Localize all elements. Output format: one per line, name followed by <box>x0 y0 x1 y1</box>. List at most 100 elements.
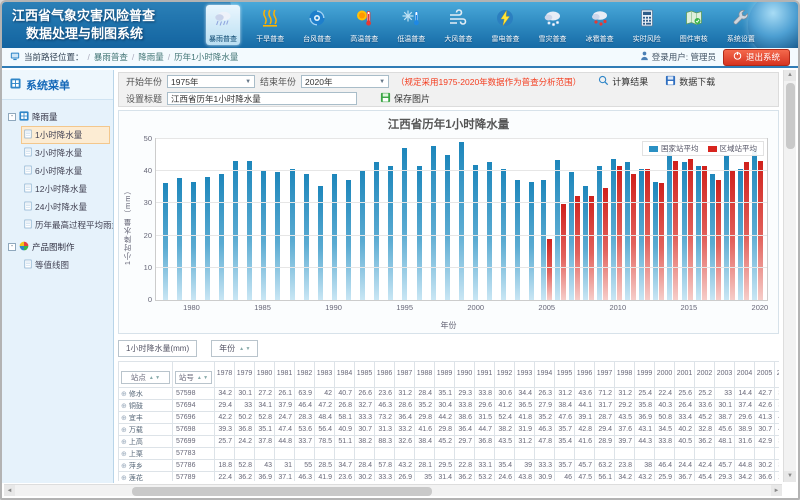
chart-title-input[interactable] <box>167 92 357 105</box>
col-header-year[interactable]: 1988 <box>415 362 435 388</box>
station-cell[interactable]: ⊕莲花 <box>119 472 173 482</box>
expand-icon[interactable]: ⊕ <box>121 427 127 434</box>
tree-item[interactable]: 等值线图 <box>21 256 110 274</box>
col-header-year[interactable]: 1978 <box>215 362 235 388</box>
start-year-select[interactable]: 1975年▼ <box>167 75 255 88</box>
legend-item[interactable]: 国家站平均 <box>649 143 699 154</box>
expand-icon[interactable]: ⊕ <box>121 451 127 458</box>
collapse-icon[interactable]: - <box>8 113 16 121</box>
col-header-year[interactable]: 1985 <box>355 362 375 388</box>
collapse-icon[interactable]: - <box>8 243 16 251</box>
logout-button[interactable]: 退出系统 <box>723 49 790 66</box>
nav-item-map-review[interactable]: 图件审核 <box>677 5 711 45</box>
col-header-year[interactable]: 1984 <box>335 362 355 388</box>
col-header-year[interactable]: 2004 <box>735 362 755 388</box>
col-header-year[interactable]: 1981 <box>275 362 295 388</box>
station-cell[interactable]: ⊕上栗 <box>119 448 173 460</box>
nav-item-rainstorm[interactable]: 暴雨普查 <box>206 5 240 45</box>
col-header-year[interactable]: 1982 <box>295 362 315 388</box>
breadcrumb-item[interactable]: 历年1小时降水量 <box>174 52 238 62</box>
horizontal-scrollbar[interactable]: ◄ ► <box>4 484 782 496</box>
station-cell[interactable]: ⊕铜鼓 <box>119 400 173 412</box>
value-cell: 45.2 <box>695 412 715 424</box>
col-header-year[interactable]: 1991 <box>475 362 495 388</box>
expand-icon[interactable]: ⊕ <box>121 391 127 398</box>
download-button[interactable]: 数据下载 <box>665 75 715 88</box>
nav-item-high-temp[interactable]: 高温普查 <box>347 5 381 45</box>
end-year-select[interactable]: 2020年▼ <box>301 75 389 88</box>
col-header-station-id[interactable]: 站号▲ ▼ <box>173 362 215 388</box>
nav-item-settings[interactable]: 系统设置 <box>724 5 758 45</box>
value-cell: 24.6 <box>495 472 515 482</box>
nav-item-snow[interactable]: 雪灾普查 <box>536 5 570 45</box>
station-id-cell: 57786 <box>173 460 215 472</box>
col-header-year[interactable]: 1989 <box>435 362 455 388</box>
col-header-year[interactable]: 2006 <box>775 362 780 388</box>
col-header-year[interactable]: 2005 <box>755 362 775 388</box>
col-header-year[interactable]: 1979 <box>235 362 255 388</box>
vertical-scroll-thumb[interactable] <box>786 83 795 149</box>
station-cell[interactable]: ⊕修水 <box>119 388 173 400</box>
tree-item[interactable]: 24小时降水量 <box>21 198 110 216</box>
station-cell[interactable]: ⊕宜丰 <box>119 412 173 424</box>
legend-item[interactable]: 区域站平均 <box>708 143 758 154</box>
value-cell: 44.3 <box>635 436 655 448</box>
col-header-year[interactable]: 1986 <box>375 362 395 388</box>
col-header-year[interactable]: 2001 <box>675 362 695 388</box>
vertical-scrollbar[interactable]: ▲ ▼ <box>783 70 796 482</box>
nav-item-wind[interactable]: 大风普查 <box>441 5 475 45</box>
expand-icon[interactable]: ⊕ <box>121 439 127 446</box>
expand-icon[interactable]: ⊕ <box>121 403 127 410</box>
nav-item-low-temp[interactable]: 低温普查 <box>394 5 428 45</box>
col-header-year[interactable]: 1997 <box>595 362 615 388</box>
col-header-year[interactable]: 1993 <box>515 362 535 388</box>
breadcrumb-item[interactable]: 降雨量 <box>138 52 164 62</box>
nav-item-hail[interactable]: 冰雹普查 <box>583 5 617 45</box>
station-cell[interactable]: ⊕上高 <box>119 436 173 448</box>
expand-icon[interactable]: ⊕ <box>121 415 127 422</box>
col-header-year[interactable]: 1990 <box>455 362 475 388</box>
value-cell: 33.2 <box>395 424 415 436</box>
scroll-left-arrow[interactable]: ◄ <box>4 485 15 496</box>
col-header-year[interactable]: 1987 <box>395 362 415 388</box>
expand-icon[interactable]: ⊕ <box>121 463 127 470</box>
col-header-station[interactable]: 站点▲ ▼ <box>119 362 173 388</box>
breadcrumb-item[interactable]: 暴雨普查 <box>94 52 128 62</box>
x-tick-label: 2000 <box>467 303 484 312</box>
scroll-down-arrow[interactable]: ▼ <box>784 471 796 482</box>
col-header-year[interactable]: 2003 <box>715 362 735 388</box>
tree-item[interactable]: 3小时降水量 <box>21 144 110 162</box>
col-header-year[interactable]: 2000 <box>655 362 675 388</box>
col-header-year[interactable]: 1999 <box>635 362 655 388</box>
tree-item[interactable]: 1小时降水量 <box>21 126 110 144</box>
tree-item[interactable]: 12小时降水量 <box>21 180 110 198</box>
col-header-year[interactable]: 1996 <box>575 362 595 388</box>
col-header-year[interactable]: 1998 <box>615 362 635 388</box>
nav-item-realtime-risk[interactable]: 实时风险 <box>630 5 664 45</box>
year-sort-control[interactable]: 年份 ▲ ▼ <box>211 340 258 357</box>
station-cell[interactable]: ⊕萍乡 <box>119 460 173 472</box>
value-cell: 43.8 <box>515 472 535 482</box>
col-header-year[interactable]: 1983 <box>315 362 335 388</box>
col-header-year[interactable]: 1995 <box>555 362 575 388</box>
save-image-button[interactable]: 保存图片 <box>380 92 430 105</box>
col-header-year[interactable]: 1980 <box>255 362 275 388</box>
scroll-up-arrow[interactable]: ▲ <box>784 70 796 81</box>
col-header-year[interactable]: 1992 <box>495 362 515 388</box>
tree-item[interactable]: 6小时降水量 <box>21 162 110 180</box>
calculate-button[interactable]: 计算结果 <box>598 75 648 88</box>
breadcrumb-separator: / <box>168 52 170 62</box>
scroll-right-arrow[interactable]: ► <box>771 485 782 496</box>
expand-icon[interactable]: ⊕ <box>121 475 127 482</box>
nav-item-drought[interactable]: 干旱普查 <box>253 5 287 45</box>
tree-group-1[interactable]: -降雨量 <box>5 108 110 126</box>
horizontal-scroll-thumb[interactable] <box>132 487 432 496</box>
station-cell[interactable]: ⊕万载 <box>119 424 173 436</box>
tree-group-2[interactable]: -产品图制作 <box>5 238 110 256</box>
col-header-year[interactable]: 1994 <box>535 362 555 388</box>
col-header-year[interactable]: 2002 <box>695 362 715 388</box>
nav-item-typhoon[interactable]: 台风普查 <box>300 5 334 45</box>
tree-item[interactable]: 历年最高过程平均雨量 <box>21 216 110 234</box>
nav-item-lightning[interactable]: 雷电普查 <box>488 5 522 45</box>
bar-national-1984 <box>247 161 252 300</box>
